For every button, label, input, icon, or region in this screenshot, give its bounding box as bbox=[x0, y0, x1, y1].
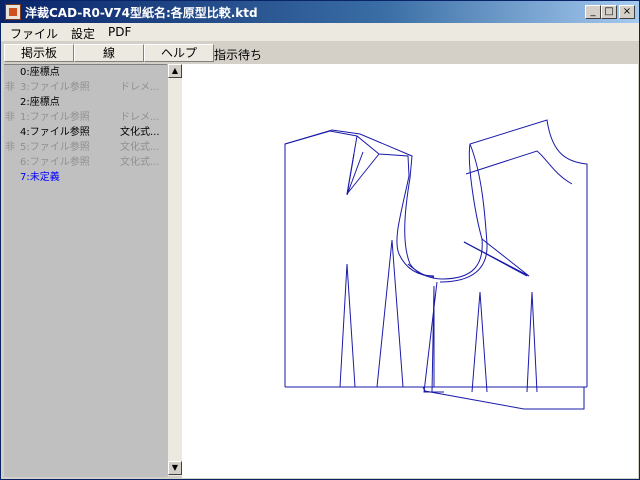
layer-hidden-marker: 非 bbox=[5, 112, 15, 123]
layer-row[interactable]: 非 1:ファイル参照 ドレメ... bbox=[4, 110, 167, 125]
minimize-button[interactable]: _ bbox=[585, 5, 601, 19]
front-bodice-outline bbox=[407, 119, 588, 387]
bulletin-board-button[interactable]: 掲示板 bbox=[4, 44, 74, 62]
back-shoulder-dart-2 bbox=[346, 151, 364, 196]
scroll-down-button[interactable]: ▼ bbox=[168, 461, 182, 475]
layer-hidden-marker: 非 bbox=[5, 82, 15, 93]
back-waist-dart-2 bbox=[376, 239, 404, 388]
layer-name: 2:座標点 bbox=[20, 97, 60, 108]
layer-name: 6:ファイル参照 bbox=[20, 157, 90, 168]
front-bust-dart bbox=[463, 238, 530, 277]
back-bodice-outline bbox=[284, 130, 435, 387]
layer-name: 1:ファイル参照 bbox=[20, 112, 90, 123]
app-window: 洋裁CAD-R0-V74型紙名:各原型比較.ktd _ □ × ファイル 設定 … bbox=[0, 0, 640, 480]
layer-detail: 文化式... bbox=[120, 142, 160, 153]
scroll-up-button[interactable]: ▲ bbox=[168, 64, 182, 78]
title-bar[interactable]: 洋裁CAD-R0-V74型紙名:各原型比較.ktd _ □ × bbox=[1, 1, 639, 23]
layer-row[interactable]: 6:ファイル参照 文化式... bbox=[4, 155, 167, 170]
front-waist-dart-3 bbox=[471, 291, 488, 393]
layer-detail: ドレメ... bbox=[120, 82, 160, 93]
front-bodice-outline-inner bbox=[465, 150, 573, 185]
pattern-drawing bbox=[284, 119, 588, 410]
menu-pdf[interactable]: PDF bbox=[108, 25, 131, 39]
layer-detail: ドレメ... bbox=[120, 112, 160, 123]
status-text: 指示待ち bbox=[214, 48, 263, 62]
drawing-canvas[interactable] bbox=[182, 64, 638, 478]
layer-row[interactable]: 非 5:ファイル参照 文化式... bbox=[4, 140, 167, 155]
close-button[interactable]: × bbox=[619, 5, 635, 19]
layer-row[interactable]: 7:未定義 bbox=[4, 170, 167, 185]
layer-name: 4:ファイル参照 bbox=[20, 127, 90, 138]
layer-name: 0:座標点 bbox=[20, 67, 60, 78]
back-bodice-outline-inner bbox=[284, 129, 435, 278]
layer-detail: 文化式... bbox=[120, 157, 160, 168]
layer-name: 7:未定義 bbox=[20, 172, 60, 183]
layer-row[interactable]: 0:座標点 bbox=[4, 65, 167, 80]
layer-row[interactable]: 2:座標点 bbox=[4, 95, 167, 110]
layer-row[interactable]: 4:ファイル参照 文化式... bbox=[4, 125, 167, 140]
layer-row[interactable]: 非 3:ファイル参照 ドレメ... bbox=[4, 80, 167, 95]
layer-hidden-marker: 非 bbox=[5, 142, 15, 153]
help-button[interactable]: ヘルプ bbox=[144, 44, 214, 62]
layer-name: 5:ファイル参照 bbox=[20, 142, 90, 153]
layer-name: 3:ファイル参照 bbox=[20, 82, 90, 93]
layer-detail: 文化式... bbox=[120, 127, 160, 138]
maximize-button[interactable]: □ bbox=[601, 5, 617, 19]
line-button[interactable]: 線 bbox=[74, 44, 144, 62]
app-icon[interactable] bbox=[5, 4, 21, 20]
menu-bar: ファイル 設定 PDF bbox=[1, 23, 639, 41]
front-bust-dart-2 bbox=[463, 241, 528, 277]
back-waist-dart-1 bbox=[339, 263, 356, 388]
layer-list[interactable]: 0:座標点非 3:ファイル参照 ドレメ... 2:座標点非 1:ファイル参照 ドレメ...… bbox=[4, 64, 167, 477]
front-neck bbox=[439, 143, 488, 283]
front-waist-dart-4 bbox=[526, 291, 538, 393]
layer-list-scrollbar[interactable]: ▲ ▼ bbox=[167, 64, 182, 476]
toolbar: 掲示板 線 ヘルプ 指示待ち bbox=[1, 41, 639, 63]
front-waist-dart-1 bbox=[431, 285, 435, 393]
menu-settings[interactable]: 設定 bbox=[71, 25, 95, 42]
menu-file[interactable]: ファイル bbox=[10, 25, 58, 42]
front-hem-extension bbox=[422, 386, 585, 410]
window-title: 洋裁CAD-R0-V74型紙名:各原型比較.ktd bbox=[25, 6, 258, 20]
